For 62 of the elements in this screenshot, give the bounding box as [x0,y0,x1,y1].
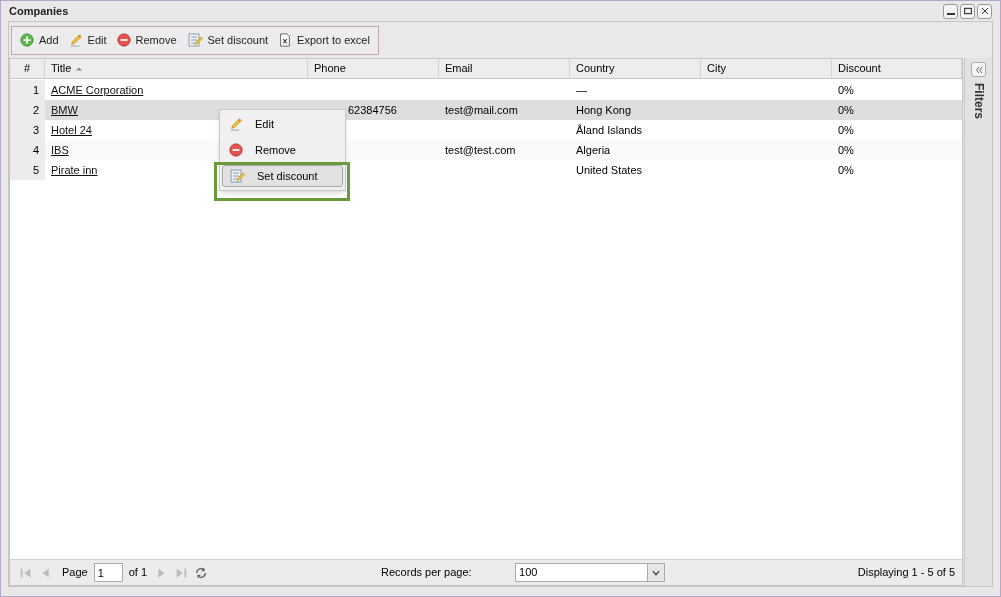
chevron-icon [973,64,984,75]
company-link[interactable]: Hotel 24 [51,121,92,139]
minimize-button[interactable] [943,3,958,19]
row-number: 1 [32,82,39,98]
row-number: 5 [32,162,39,178]
column-header[interactable]: Title [45,59,308,78]
table-cell-text: 0% [838,162,854,178]
notepad-icon [186,32,203,48]
table-cell-text: Åland Islands [576,122,643,138]
minus-icon [116,33,131,47]
row-number: 3 [32,122,39,138]
records-per-page-dropdown[interactable]: 100 [515,563,666,582]
maximize-icon [961,5,974,17]
maximize-button[interactable] [960,3,975,19]
company-link[interactable]: ACME Corporation [51,81,144,99]
page-field[interactable]: 1 [93,563,123,582]
toolbar-button[interactable]: Remove [112,29,181,51]
collapse-button[interactable] [971,62,986,77]
column-header[interactable]: Country [570,59,701,78]
minimize-icon [946,13,955,15]
records-per-page-label: Records per page: [381,565,473,581]
pencil-icon [229,117,243,131]
column-header[interactable]: # [10,59,45,78]
minus-icon [229,143,243,157]
company-link[interactable]: Pirate inn [51,161,98,179]
window-title: Companies [9,3,69,19]
table-cell-text: Hong Kong [576,102,632,118]
menu-item[interactable]: Set discount [222,165,343,187]
table-cell-text: test@test.com [445,142,516,158]
column-header[interactable]: Email [439,59,570,78]
row-number: 4 [32,142,39,158]
toolbar-button[interactable]: Add [16,29,63,51]
page-count: of 1 [128,565,148,581]
pencil-icon [68,33,83,47]
column-header[interactable]: Phone [308,59,439,78]
table-cell-text: 0% [838,82,854,98]
table-cell-text: — [576,82,587,98]
table-cell-text: 62384756 [348,102,397,118]
paging-summary: Displaying 1 - 5 of 5 [857,565,955,581]
plus-icon [20,33,34,47]
table-cell-text: test@mail.com [445,102,518,118]
company-link[interactable]: IBS [51,141,69,159]
table-cell-text: United States [576,162,643,178]
table-cell-text: 0% [838,142,854,158]
page-label: Page [62,565,88,581]
table-row[interactable]: 2 BMW 62384756 test@mail.com Hong Kong 0% [10,100,962,120]
close-button[interactable] [977,3,992,19]
company-link[interactable]: BMW [51,101,78,119]
toolbar-button[interactable]: Set discount [182,29,273,51]
column-header[interactable]: City [701,59,832,78]
table-cell-text: Algeria [576,142,611,158]
notepad-icon [229,168,245,184]
filters-label[interactable]: Filters [969,83,988,119]
document-icon [278,32,293,48]
refresh-icon[interactable] [194,565,209,580]
table-cell-text: 0% [838,102,854,118]
column-header[interactable]: Discount [832,59,962,78]
row-number: 2 [32,102,39,118]
table-cell-text: 0% [838,122,854,138]
toolbar-button[interactable]: Edit [64,29,111,51]
toolbar-button[interactable]: Export to excel [274,29,374,51]
menu-item[interactable]: Remove [222,139,343,161]
